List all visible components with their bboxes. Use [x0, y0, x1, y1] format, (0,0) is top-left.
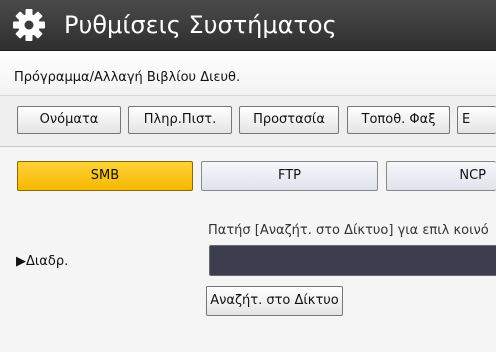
tab-fax-destination[interactable]: Τοποθ. Φαξ — [347, 106, 450, 134]
breadcrumb: Πρόγραμμα/Αλλαγή Βιβλίου Διευθ. — [0, 51, 496, 96]
tab-protection[interactable]: Προστασία — [239, 106, 339, 134]
protocol-ncp-button[interactable]: NCP — [386, 161, 496, 191]
main-panel: SMB FTP NCP Πατήσ [Αναζήτ. στο Δίκτυο] γ… — [0, 147, 496, 352]
browse-network-button[interactable]: Αναζήτ. στο Δίκτυο — [206, 286, 343, 316]
protocol-smb-button[interactable]: SMB — [17, 161, 193, 191]
breadcrumb-text: Πρόγραμμα/Αλλαγή Βιβλίου Διευθ. — [14, 70, 241, 85]
tab-credit-info[interactable]: Πληρ.Πιστ. — [128, 106, 232, 134]
protocol-ftp-button[interactable]: FTP — [201, 161, 378, 191]
tab-names[interactable]: Ονόματα — [17, 106, 121, 134]
gear-icon — [13, 9, 45, 41]
path-label: ▶Διαδρ. — [16, 254, 69, 269]
path-hint: Πατήσ [Αναζήτ. στο Δίκτυο] για επιλ κοιν… — [208, 223, 489, 238]
tab-more[interactable]: E — [457, 106, 496, 134]
path-input[interactable] — [209, 245, 496, 276]
window-title: Ρυθμίσεις Συστήματος — [64, 11, 337, 39]
tab-bar: Ονόματα Πληρ.Πιστ. Προστασία Τοποθ. Φαξ … — [0, 96, 496, 147]
title-bar: Ρυθμίσεις Συστήματος — [0, 0, 496, 51]
